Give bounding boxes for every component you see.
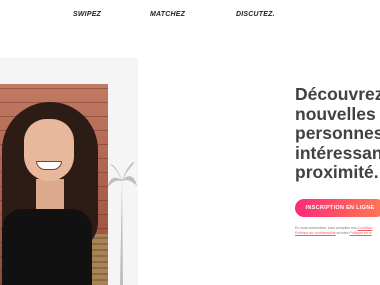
legal-text: et notre	[336, 231, 349, 235]
hero-title: Découvrez nouvelles personnes intéressan…	[295, 84, 380, 183]
hero-title-line: personnes	[295, 123, 380, 143]
legal-text: En vous connectant, vous acceptez nos	[295, 226, 357, 230]
hero-title-line: nouvelles	[295, 103, 376, 124]
top-navigation: SWIPEZ MATCHEZ DISCUTEZ.	[0, 0, 380, 34]
hero-photo	[0, 84, 108, 285]
photo-neck	[36, 179, 64, 209]
legal-notice: En vous connectant, vous acceptez nos Co…	[295, 226, 380, 236]
hero-title-line: proximité.	[295, 162, 379, 182]
hero-title-line: intéressant	[295, 142, 380, 163]
nav-link-discutez[interactable]: DISCUTEZ.	[236, 11, 275, 18]
privacy-policy-link[interactable]: Politique de confidentialité	[295, 231, 336, 235]
cookie-policy-link[interactable]: Politique en m	[350, 231, 372, 235]
terms-link[interactable]: Condition	[358, 226, 373, 230]
hero-title-line: Découvrez	[295, 84, 380, 104]
nav-link-swipez[interactable]: SWIPEZ	[73, 11, 101, 18]
palm-tree-icon	[107, 162, 137, 285]
photo-face	[24, 119, 74, 181]
signup-button[interactable]: INSCRIPTION EN LIGNE	[295, 199, 380, 217]
nav-link-matchez[interactable]: MATCHEZ	[150, 11, 185, 18]
photo-black-top	[2, 209, 92, 285]
